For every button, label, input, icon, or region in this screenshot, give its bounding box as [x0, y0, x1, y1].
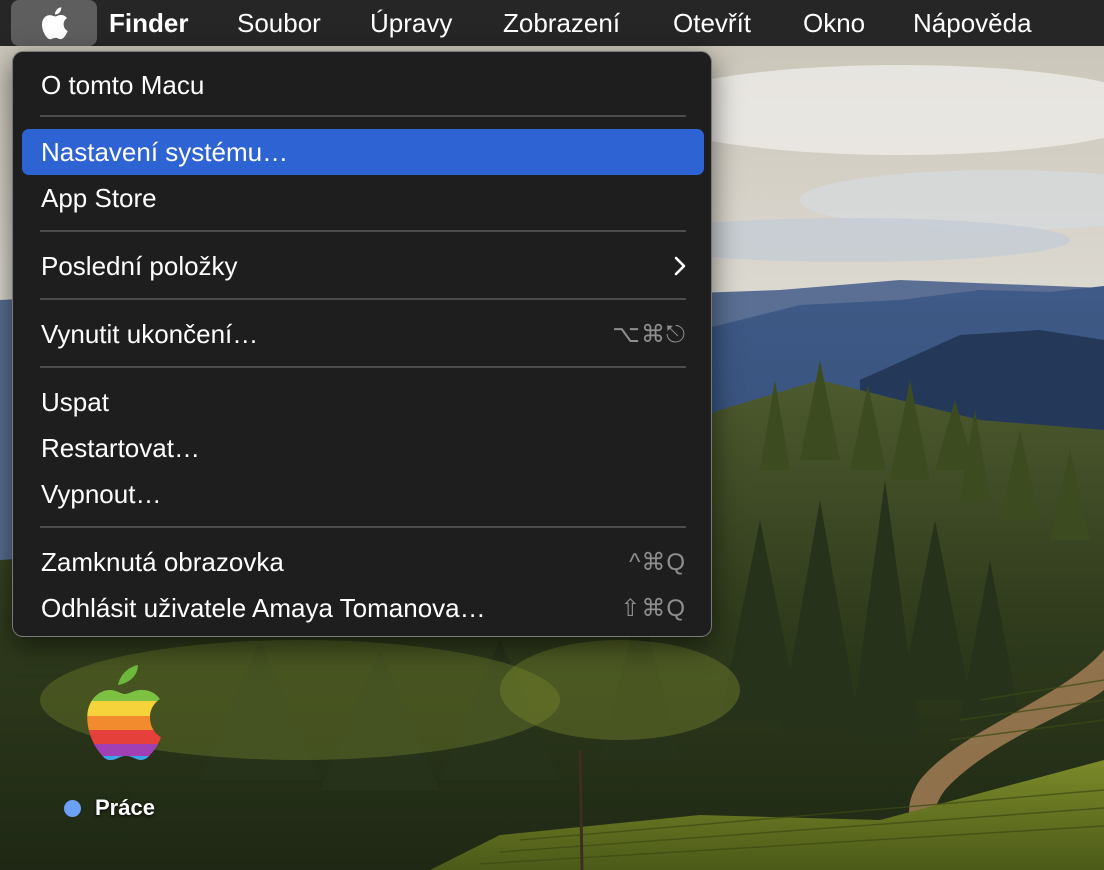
desktop-icon-name: Práce	[95, 795, 155, 820]
chevron-right-icon	[674, 256, 686, 276]
menu-separator	[40, 230, 686, 232]
menu-item-label: Zamknutá obrazovka	[41, 546, 284, 577]
menu-separator	[40, 115, 686, 117]
menu-item-sleep[interactable]: Uspat	[22, 379, 704, 425]
menu-item-system-settings[interactable]: Nastavení systému…	[22, 129, 704, 175]
menu-item-label: Vynutit ukončení…	[41, 318, 259, 349]
shortcut-label: ⇧⌘Q	[620, 594, 686, 622]
menu-item-label: O tomto Macu	[41, 69, 205, 100]
menu-item-about-this-mac[interactable]: O tomto Macu	[22, 62, 704, 108]
menu-item-label: Nastavení systému…	[41, 136, 289, 167]
menu-item-label: Uspat	[41, 386, 109, 417]
menubar-soubor[interactable]: Soubor	[237, 7, 321, 39]
menu-item-restart[interactable]: Restartovat…	[22, 425, 704, 471]
menubar-napoveda[interactable]: Nápověda	[913, 7, 1032, 39]
menu-item-recent-items[interactable]: Poslední položky	[22, 243, 704, 289]
apple-logo-icon	[41, 7, 68, 40]
menu-item-label: Poslední položky	[41, 250, 238, 281]
apple-menu-button[interactable]	[11, 0, 97, 46]
shortcut-label: ^⌘Q	[629, 548, 686, 576]
desktop-icon-label[interactable]: Práce	[64, 793, 155, 823]
menubar-okno[interactable]: Okno	[803, 7, 865, 39]
menu-separator	[40, 298, 686, 300]
blue-tag-icon	[64, 799, 81, 817]
menu-item-log-out[interactable]: Odhlásit uživatele Amaya Tomanova… ⇧⌘Q	[22, 585, 704, 631]
menu-item-label: App Store	[41, 182, 157, 213]
menubar-upravy[interactable]: Úpravy	[370, 7, 452, 39]
menu-item-lock-screen[interactable]: Zamknutá obrazovka ^⌘Q	[22, 539, 704, 585]
menu-item-app-store[interactable]: App Store	[22, 175, 704, 221]
menubar-otevrit[interactable]: Otevřít	[673, 7, 751, 39]
apple-menu-dropdown: O tomto Macu Nastavení systému… App Stor…	[12, 51, 712, 637]
menu-item-label: Vypnout…	[41, 478, 162, 509]
menu-separator	[40, 526, 686, 528]
shortcut-label: ⌥⌘⎋	[612, 320, 686, 348]
menu-item-force-quit[interactable]: Vynutit ukončení… ⌥⌘⎋	[22, 311, 704, 357]
rainbow-apple-folder-icon[interactable]	[58, 645, 170, 765]
menu-bar: Finder Soubor Úpravy Zobrazení Otevřít O…	[0, 0, 1104, 46]
menu-item-shut-down[interactable]: Vypnout…	[22, 471, 704, 517]
menubar-zobrazeni[interactable]: Zobrazení	[503, 7, 620, 39]
menu-item-label: Odhlásit uživatele Amaya Tomanova…	[41, 592, 486, 623]
menubar-finder[interactable]: Finder	[109, 7, 188, 39]
menu-separator	[40, 366, 686, 368]
menu-item-label: Restartovat…	[41, 432, 200, 463]
